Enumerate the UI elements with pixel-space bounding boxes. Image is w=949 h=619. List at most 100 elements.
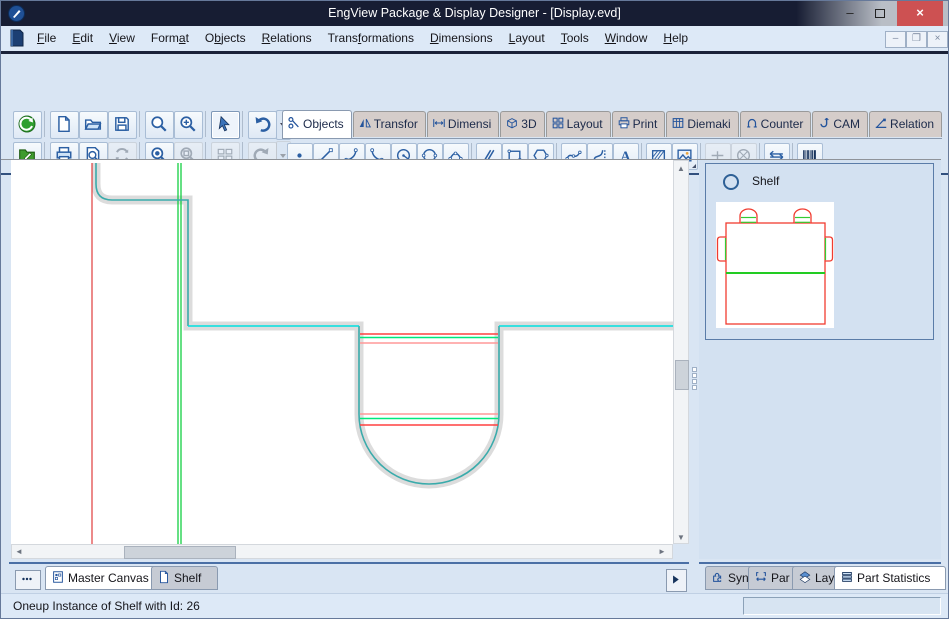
toolbar-separator [139, 111, 140, 137]
menu-items: FileEditViewFormatObjectsRelationsTransf… [29, 26, 696, 51]
transformI-icon [358, 117, 374, 131]
tab-label: 3D [521, 117, 536, 131]
tab-label: Master Canvas [68, 571, 149, 585]
scroll-right-icon[interactable]: ► [658, 547, 666, 556]
parI-icon [754, 571, 771, 585]
layI-icon [798, 571, 815, 585]
tab-dimensi[interactable]: Dimensi [427, 111, 499, 137]
tab-master-canvas[interactable]: Master Canvas [45, 566, 160, 590]
diemakeI-icon [671, 117, 687, 131]
save-button[interactable] [108, 111, 137, 139]
tab-objects[interactable]: Objects [282, 110, 352, 138]
objectsI-icon [287, 117, 303, 131]
window-title: EngView Package & Display Designer - [Di… [1, 1, 948, 26]
tab-cam[interactable]: CAM [812, 111, 868, 137]
maximize-button[interactable] [867, 1, 893, 26]
tab-counter[interactable]: Counter [740, 111, 812, 137]
tab-transfor[interactable]: Transfor [353, 111, 426, 137]
engview-home-button[interactable] [13, 111, 42, 139]
tab-print[interactable]: Print [612, 111, 666, 137]
toolbar-separator [205, 111, 206, 137]
status-bar: Oneup Instance of Shelf with Id: 26 [1, 593, 948, 619]
canvas-tab-bar: Master Canvas Shelf [9, 562, 689, 593]
menu-item-help[interactable]: Help [655, 26, 696, 51]
canvas-drawing [11, 160, 673, 544]
tab-label: Syn [728, 571, 749, 585]
menu-item-transformations[interactable]: Transformations [320, 26, 422, 51]
part-radio-button[interactable] [723, 174, 739, 190]
tab-label: Part Statistics [857, 571, 930, 585]
undo-button[interactable] [248, 111, 277, 139]
part-label: Shelf [752, 174, 779, 188]
minimize-button[interactable]: – [837, 1, 863, 26]
hscroll-thumb[interactable] [124, 546, 236, 559]
zoom-extents-button[interactable] [174, 111, 203, 139]
scroll-up-icon[interactable]: ▲ [674, 164, 688, 173]
tab-label: Print [633, 117, 658, 131]
menu-item-edit[interactable]: Edit [64, 26, 101, 51]
find-button[interactable] [145, 111, 174, 139]
tab-layout[interactable]: Layout [546, 111, 611, 137]
mdi-restore-button[interactable]: ❐ [906, 31, 927, 48]
tab-relation[interactable]: Relation [869, 111, 942, 137]
tab-label: Shelf [174, 571, 201, 585]
mdi-minimize-button[interactable]: – [885, 31, 906, 48]
layoutI-icon [551, 117, 567, 131]
menu-item-relations[interactable]: Relations [254, 26, 320, 51]
ribbon-tabs: Objects Transfor Dimensi 3D Layout Print Diema… [282, 110, 942, 139]
vscroll-thumb[interactable] [675, 360, 689, 390]
tab-label: Relation [890, 117, 934, 131]
tab-diemaki[interactable]: Diemaki [666, 111, 738, 137]
new-document-button[interactable] [50, 111, 79, 139]
menu-item-file[interactable]: File [29, 26, 64, 51]
mcanvasI-icon [51, 571, 68, 585]
open-document-button[interactable] [79, 111, 108, 139]
part-preview-drawing [716, 202, 834, 328]
tab-label: Diemaki [687, 117, 730, 131]
tab-label: CAM [833, 117, 860, 131]
toolbar-separator [44, 111, 45, 137]
title-bar: EngView Package & Display Designer - [Di… [1, 1, 948, 26]
part-box: Shelf [705, 163, 934, 340]
tab-overflow-button[interactable] [15, 570, 41, 590]
scroll-left-icon[interactable]: ◄ [15, 547, 23, 556]
mdi-close-button[interactable]: × [927, 31, 948, 48]
next-tab-button[interactable] [666, 569, 687, 592]
menu-item-format[interactable]: Format [143, 26, 197, 51]
printI-icon [617, 117, 633, 131]
toolbar-separator [242, 111, 243, 137]
horizontal-scrollbar[interactable]: ◄ ► [11, 544, 673, 559]
status-field [743, 597, 941, 615]
part-preview-thumbnail[interactable] [716, 202, 834, 328]
scroll-down-icon[interactable]: ▼ [674, 533, 688, 542]
vertical-scrollbar[interactable]: ▲ ▼ [673, 160, 689, 544]
tab-3d[interactable]: 3D [500, 111, 544, 137]
tab-label: Objects [303, 117, 344, 131]
pageI-icon [157, 571, 174, 585]
toolbar-zone: Objects Transfor Dimensi 3D Layout Print Diema… [1, 54, 948, 159]
tab-label: Lay [815, 571, 834, 585]
close-button[interactable]: × [897, 1, 943, 26]
panel-splitter[interactable] [689, 160, 699, 559]
status-text: Oneup Instance of Shelf with Id: 26 [13, 599, 200, 613]
menu-item-view[interactable]: View [101, 26, 143, 51]
tab-label: Layout [567, 117, 603, 131]
menu-bar: FileEditViewFormatObjectsRelationsTransf… [1, 26, 948, 51]
menu-item-tools[interactable]: Tools [553, 26, 597, 51]
drawing-canvas[interactable] [11, 160, 673, 544]
relationI-icon [874, 117, 890, 131]
tab-part-statistics[interactable]: Part Statistics [834, 566, 946, 590]
tab-shelf[interactable]: Shelf [151, 566, 218, 590]
select-arrow-button[interactable] [211, 111, 240, 139]
menu-item-window[interactable]: Window [597, 26, 656, 51]
menu-item-layout[interactable]: Layout [501, 26, 553, 51]
parts-panel: Shelf [699, 160, 941, 559]
tab-label: Transfor [374, 117, 418, 131]
menu-item-dimensions[interactable]: Dimensions [422, 26, 501, 51]
tab-label: Counter [761, 117, 804, 131]
menu-item-objects[interactable]: Objects [197, 26, 254, 51]
panel-tab-bar: SynParLayPart Statistics [699, 562, 941, 593]
statsI-icon [840, 571, 857, 585]
camI-icon [817, 117, 833, 131]
puzzleI-icon [711, 571, 728, 585]
